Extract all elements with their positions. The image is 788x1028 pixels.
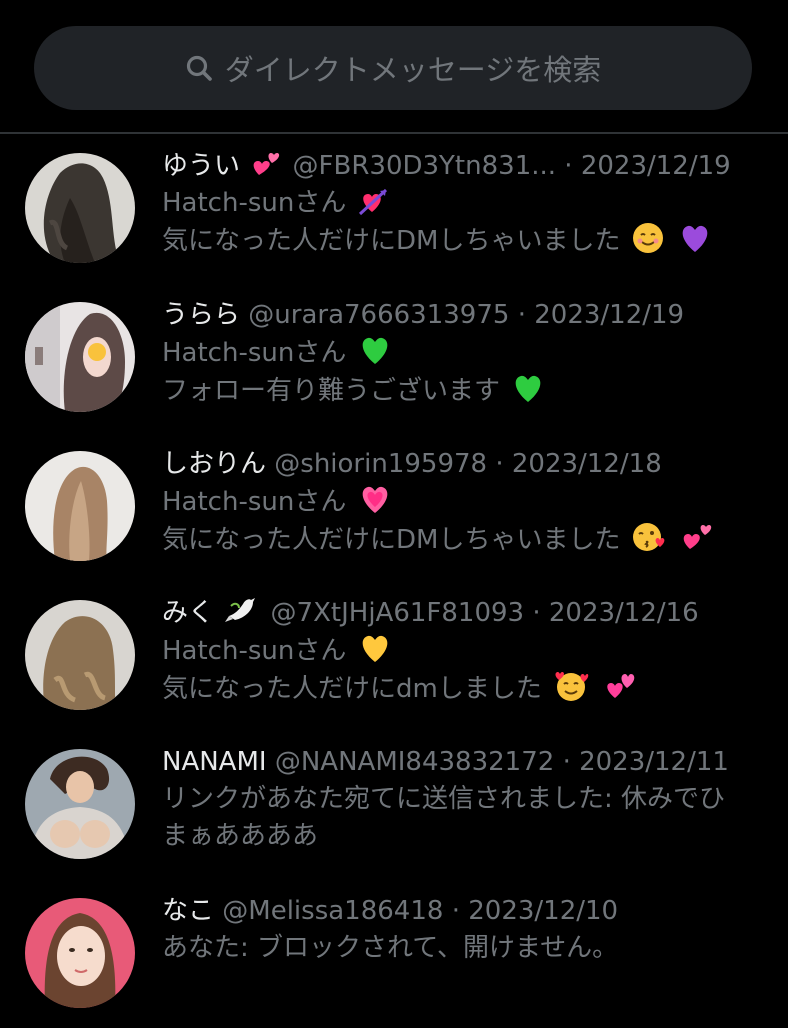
message-line: Hatch-sunさん: [162, 487, 347, 517]
message-date: · 2023/12/10: [451, 896, 619, 926]
purple-heart-icon: [682, 225, 708, 252]
display-name: なこ: [162, 896, 215, 926]
user-handle: @FBR30D3Ytn831...: [292, 151, 557, 181]
user-handle: @Melissa186418: [222, 896, 444, 926]
revolving-hearts-icon: [253, 153, 280, 175]
search-input[interactable]: ダイレクトメッセージを検索: [34, 26, 752, 110]
yellow-heart-icon: [362, 635, 387, 662]
green-heart-icon: [362, 337, 387, 364]
message-date: · 2023/12/11: [562, 747, 729, 777]
display-name: ゆうい: [162, 151, 241, 181]
display-name: みく: [162, 598, 215, 628]
kissing-face-icon: [632, 523, 665, 551]
message-line: Hatch-sunさん: [162, 338, 347, 368]
smiling-face-with-hearts-icon: [555, 672, 589, 701]
message-line: リンクがあなた宛てに送信されました: 休みでひ: [162, 784, 726, 814]
conversation-item[interactable]: みく @7XtJHjA61F81093 · 2023/12/16 Hatch-s…: [0, 581, 788, 730]
message-line: あなた: ブロックされて、開けません。: [162, 933, 619, 963]
avatar[interactable]: [25, 600, 135, 710]
message-line: 気になった人だけにDMしちゃいました: [162, 525, 621, 555]
display-name: しおりん: [162, 449, 267, 479]
avatar[interactable]: [25, 898, 135, 1008]
message-date: · 2023/12/19: [564, 151, 731, 181]
growing-heart-icon: [362, 486, 387, 513]
conversation-item[interactable]: なこ @Melissa186418 · 2023/12/10 あなた: ブロック…: [0, 879, 788, 1028]
smiling-face-icon: [632, 223, 663, 253]
conversation-item[interactable]: ゆうい @FBR30D3Ytn831... · 2023/12/19 Hatch…: [0, 134, 788, 283]
message-date: · 2023/12/19: [517, 300, 685, 330]
user-handle: @NANAMI843832172: [274, 747, 555, 777]
user-handle: @urara7666313975: [248, 300, 510, 330]
heart-with-arrow-icon: [358, 188, 387, 216]
message-line: フォロー有り難うございます: [162, 376, 501, 406]
search-section: ダイレクトメッセージを検索: [0, 0, 788, 134]
message-line: 気になった人だけにdmしました: [162, 674, 542, 704]
avatar[interactable]: [25, 749, 135, 859]
display-name: うらら: [162, 300, 241, 330]
message-line: 気になった人だけにDMしちゃいました: [162, 226, 621, 256]
revolving-hearts-icon: [683, 525, 712, 549]
message-line: Hatch-sunさん: [162, 188, 347, 218]
conversation-item[interactable]: うらら @urara7666313975 · 2023/12/19 Hatch-…: [0, 283, 788, 432]
dove-icon: [225, 598, 256, 622]
search-icon: [186, 55, 212, 81]
two-hearts-icon: [607, 674, 635, 698]
message-date: · 2023/12/16: [532, 598, 699, 628]
conversation-item[interactable]: NANAMI @NANAMI843832172 · 2023/12/11 リンク…: [0, 730, 788, 879]
conversation-item[interactable]: しおりん @shiorin195978 · 2023/12/18 Hatch-s…: [0, 432, 788, 581]
search-placeholder: ダイレクトメッセージを検索: [224, 53, 602, 87]
green-heart-icon: [515, 375, 541, 402]
message-date: · 2023/12/18: [495, 449, 662, 479]
avatar[interactable]: [25, 302, 135, 412]
avatar[interactable]: [25, 451, 135, 561]
message-line: まぁああああ: [162, 821, 319, 851]
user-handle: @7XtJHjA61F81093: [270, 598, 525, 628]
avatar[interactable]: [25, 153, 135, 263]
display-name: NANAMI: [162, 747, 267, 777]
user-handle: @shiorin195978: [274, 449, 488, 479]
message-line: Hatch-sunさん: [162, 636, 347, 666]
